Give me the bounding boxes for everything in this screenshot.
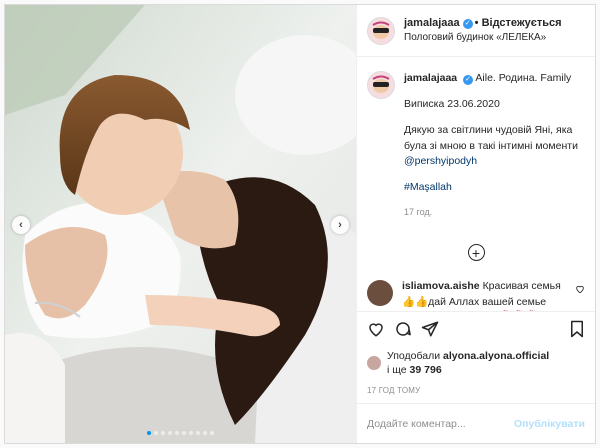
caption-thanks: Дякую за світлини чудовій Яні, яка була … <box>404 124 578 152</box>
likes-summary: Уподобали alyona.alyona.official і ще 39… <box>367 349 585 378</box>
caption-headline: Aile. Родина. Family <box>475 72 572 84</box>
avatar-face-icon <box>368 17 394 44</box>
caption-mention-link[interactable]: @pershyipodyh <box>404 155 477 167</box>
carousel-dot <box>189 431 193 435</box>
carousel-dot <box>147 431 151 435</box>
chevron-right-icon: › <box>338 219 342 231</box>
post-header: jamalajaaa ✓ • Відстежується Пологовий б… <box>357 5 595 57</box>
following-status-button[interactable]: • Відстежується <box>475 16 562 31</box>
likes-count-link[interactable]: 39 796 <box>410 364 442 376</box>
load-more-comments: + <box>367 244 585 262</box>
share-paper-plane-icon[interactable] <box>421 320 439 341</box>
action-icons-row <box>367 320 585 341</box>
load-more-comments-button[interactable]: + <box>467 244 485 262</box>
chevron-left-icon: ‹ <box>19 219 23 231</box>
publish-comment-button[interactable]: Опублікувати <box>514 418 585 430</box>
carousel-dot <box>203 431 207 435</box>
caption-time-ago: 17 год. <box>404 207 433 218</box>
instagram-post: ‹ › jamalajaaa ✓ • Відстежується Пологов… <box>4 4 596 444</box>
caption-hashtag-link[interactable]: #Maşallah <box>404 181 452 193</box>
comment-bubble-icon[interactable] <box>394 320 412 341</box>
like-heart-icon[interactable] <box>367 320 385 341</box>
carousel-dot <box>182 431 186 435</box>
carousel-dots <box>5 431 356 435</box>
post-side-panel: jamalajaaa ✓ • Відстежується Пологовий б… <box>356 5 595 443</box>
caption-author-avatar[interactable] <box>367 71 395 99</box>
caption-username[interactable]: jamalajaaa <box>404 72 457 84</box>
comments-section: jamalajaaa ✓ Aile. Родина. Family Виписк… <box>357 57 595 311</box>
verified-badge-icon: ✓ <box>462 18 473 29</box>
carousel-dot <box>196 431 200 435</box>
post-location[interactable]: Пологовий будинок «ЛЕЛЕКА» <box>404 31 562 45</box>
comment-item: isliamova.aishe Красивая семья 👍👍дай Алл… <box>367 279 585 310</box>
add-comment-input[interactable] <box>367 417 514 430</box>
post-photo[interactable]: ‹ › <box>5 5 356 443</box>
carousel-dot <box>161 431 165 435</box>
carousel-dot <box>210 431 214 435</box>
verified-badge-icon: ✓ <box>463 75 474 85</box>
carousel-dot <box>168 431 172 435</box>
liker-avatar <box>367 356 381 371</box>
commenter-avatar[interactable] <box>367 280 393 307</box>
avatar-face-icon <box>368 72 394 98</box>
carousel-dot <box>175 431 179 435</box>
plus-icon: + <box>471 244 481 261</box>
photo-mother-kissing-child <box>5 5 356 443</box>
post-actions: Уподобали alyona.alyona.official і ще 39… <box>357 310 595 395</box>
liker-username-link[interactable]: alyona.alyona.official <box>443 350 549 362</box>
like-comment-heart-icon[interactable] <box>575 284 585 297</box>
add-comment-bar: Опублікувати <box>357 403 595 443</box>
post-timestamp[interactable]: 17 ГОД ТОМУ <box>367 386 585 395</box>
author-avatar[interactable] <box>367 16 395 45</box>
caption-date-line: Виписка 23.06.2020 <box>404 98 500 111</box>
next-slide-button[interactable]: › <box>331 216 349 234</box>
commenter-username[interactable]: isliamova.aishe <box>402 280 480 292</box>
carousel-dot <box>154 431 158 435</box>
post-caption: jamalajaaa ✓ Aile. Родина. Family Виписк… <box>367 71 585 230</box>
bookmark-icon[interactable] <box>569 320 585 341</box>
likes-prefix: Уподобали <box>387 349 441 362</box>
author-username[interactable]: jamalajaaa <box>404 16 460 31</box>
likes-joiner: і ще <box>387 364 407 377</box>
previous-slide-button[interactable]: ‹ <box>12 216 30 234</box>
